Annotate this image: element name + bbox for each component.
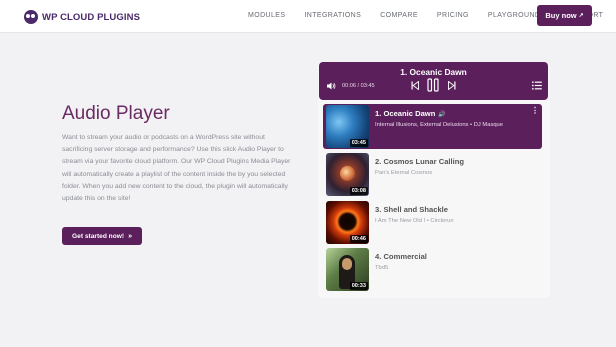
track-row-shell-and-shackle[interactable]: 00:46 3. Shell and Shackle I Am The New … — [323, 200, 542, 245]
track-title: 4. Commercial — [375, 252, 427, 261]
album-art: 03:45 — [326, 105, 369, 148]
buy-now-label: Buy now — [545, 11, 577, 20]
nav-item-modules[interactable]: MODULES — [248, 12, 285, 19]
track-title: 3. Shell and Shackle — [375, 205, 449, 214]
track-subtitle: Pan's Eternal Cosmos — [375, 170, 433, 176]
next-icon[interactable] — [448, 81, 456, 90]
volume-icon[interactable] — [326, 81, 336, 91]
nav-item-pricing[interactable]: PRICING — [437, 12, 469, 19]
track-subtitle: Tbd5 — [375, 265, 389, 271]
track-row-oceanic-dawn[interactable]: 03:45 1. Oceanic Dawn 🔊 Internal Illusion… — [323, 104, 542, 149]
planet-art — [340, 166, 355, 181]
get-started-label: Get started now! — [72, 232, 125, 240]
playlist-icon[interactable] — [532, 81, 542, 90]
track-subtitle: I Am The New Old I • Circlerun — [375, 218, 454, 224]
album-art: 00:33 — [326, 248, 369, 291]
face-art — [342, 258, 352, 270]
playback-time: 00:06 / 03:45 — [342, 83, 375, 89]
album-art: 03:08 — [326, 153, 369, 196]
nav-item-compare[interactable]: COMPARE — [380, 12, 418, 19]
track-row-commercial[interactable]: 00:33 4. Commercial Tbd5 — [323, 247, 542, 292]
site-header: WP CLOUD PLUGINS MODULES INTEGRATIONS CO… — [0, 0, 616, 33]
chevron-right-icon: » — [128, 232, 132, 240]
track-duration: 03:08 — [349, 187, 368, 195]
page-title: Audio Player — [62, 103, 170, 124]
previous-icon[interactable] — [411, 81, 419, 90]
logo-text: WP CLOUD PLUGINS — [42, 11, 141, 23]
more-options-icon[interactable]: ⋮ — [531, 107, 539, 115]
external-link-icon: ↗ — [578, 13, 584, 19]
track-duration: 00:46 — [349, 235, 368, 243]
track-duration: 00:33 — [349, 282, 368, 290]
track-title: 2. Cosmos Lunar Calling — [375, 157, 465, 166]
buy-now-button[interactable]: Buy now ↗ — [537, 5, 592, 26]
track-row-cosmos-lunar-calling[interactable]: 03:08 2. Cosmos Lunar Calling Pan's Eter… — [323, 152, 542, 197]
nav-item-integrations[interactable]: INTEGRATIONS — [304, 12, 361, 19]
nav-item-playground-label: PLAYGROUND — [487, 12, 541, 19]
now-playing-title: 1. Oceanic Dawn — [400, 67, 467, 77]
get-started-button[interactable]: Get started now!» — [62, 227, 142, 245]
track-subtitle: Internal Illusions, External Delusions •… — [375, 122, 504, 128]
pause-icon[interactable] — [426, 78, 440, 92]
logo-icon — [24, 10, 38, 24]
speaker-icon: 🔊 — [438, 112, 446, 118]
track-title-text: 1. Oceanic Dawn — [375, 109, 436, 118]
album-art: 00:46 — [326, 201, 369, 244]
player-control-bar: 1. Oceanic Dawn 00:06 / 03:45 — [319, 62, 548, 100]
page-description: Want to stream your audio or podcasts on… — [62, 134, 291, 203]
track-title: 1. Oceanic Dawn 🔊 — [375, 109, 446, 118]
site-logo[interactable]: WP CLOUD PLUGINS — [24, 10, 140, 24]
track-duration: 03:45 — [349, 139, 368, 147]
